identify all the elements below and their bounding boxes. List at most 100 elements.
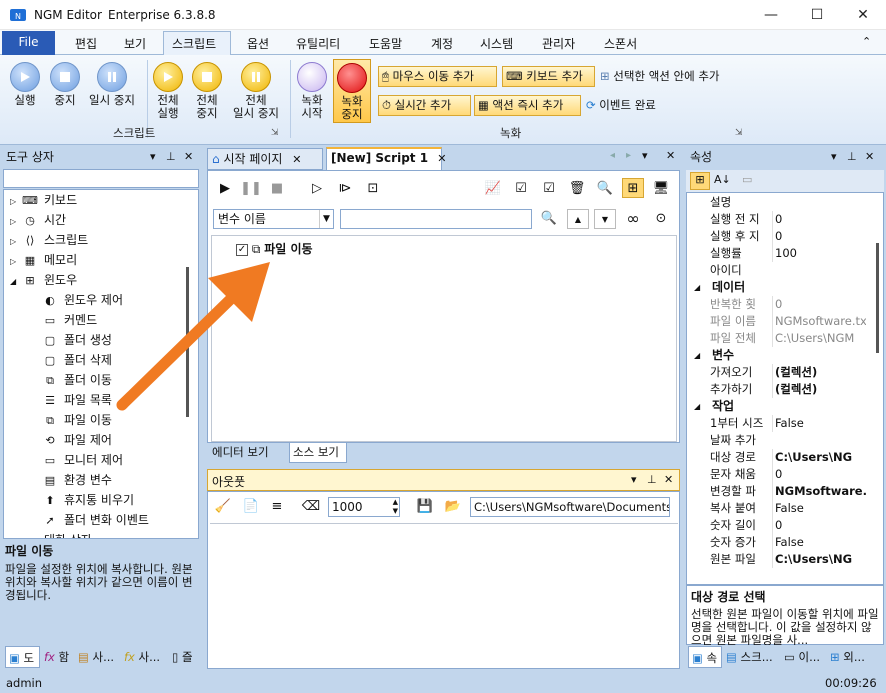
chart-icon[interactable]: 📈 xyxy=(482,179,504,199)
property-category[interactable]: ◢ 작업 xyxy=(690,398,866,415)
expand-icon[interactable]: ▷ xyxy=(10,192,22,212)
run-all-button[interactable]: 전체 실행 xyxy=(150,62,186,120)
close-icon[interactable]: ✕ xyxy=(184,146,193,168)
toolbox-search-input[interactable] xyxy=(3,169,199,188)
eraser-icon[interactable]: ⌫ xyxy=(300,497,322,517)
menu-file[interactable]: File xyxy=(2,31,55,55)
check-icon[interactable]: ☑ xyxy=(538,179,560,199)
monitor-icon[interactable]: 🖥 xyxy=(650,179,672,199)
folder-open-icon[interactable]: 📂 xyxy=(442,497,464,517)
list-icon[interactable]: ≡ xyxy=(266,497,288,517)
collapse-icon[interactable]: ◢ xyxy=(694,398,700,415)
menu-admin[interactable]: 관리자 xyxy=(542,35,575,52)
property-row[interactable]: 실행률 100 xyxy=(690,245,866,262)
record-stop-button[interactable]: 녹화 중지 xyxy=(333,59,371,123)
more-icon[interactable]: ⊙ xyxy=(650,209,672,229)
menu-system[interactable]: 시스템 xyxy=(480,35,513,52)
tab-favorites[interactable]: ▯ 즐 xyxy=(169,646,199,668)
record-start-button[interactable]: 녹화 시작 xyxy=(294,62,330,120)
stop-button[interactable]: 중지 xyxy=(46,62,84,107)
group-launcher-icon[interactable]: ⇲ xyxy=(271,128,279,138)
tree-category[interactable]: ▷▭대화 상자 xyxy=(10,530,92,538)
tree-view-icon[interactable]: ⊞ xyxy=(622,178,644,198)
property-row[interactable]: 원본 파일 C:\Users\NG xyxy=(690,551,866,568)
search-icon[interactable]: 🔍 xyxy=(538,209,560,229)
property-row[interactable]: 반복한 횟0 xyxy=(690,296,866,313)
check-all-icon[interactable]: ☑ xyxy=(510,179,532,199)
menu-view[interactable]: 보기 xyxy=(124,35,146,52)
menu-account[interactable]: 계정 xyxy=(431,35,453,52)
property-row[interactable]: 실행 후 지0 xyxy=(690,228,866,245)
tab-start-page[interactable]: ⌂ 시작 페이지 ✕ xyxy=(207,148,323,170)
spin-arrows-icon[interactable]: ▲ ▼ xyxy=(393,498,398,516)
output-log[interactable] xyxy=(210,523,678,667)
tab-script-1[interactable]: [New] Script 1 ✕ xyxy=(326,147,446,170)
tree-category[interactable]: ▷ ▦ 메모리 xyxy=(10,250,77,270)
tab-images[interactable]: ▭ 이... xyxy=(781,646,827,668)
tree-item[interactable]: ⟲ 파일 제어 xyxy=(42,430,112,450)
property-row[interactable]: 아이디 xyxy=(690,262,866,279)
play-icon[interactable]: ▶ xyxy=(214,179,236,199)
add-keyboard-button[interactable]: ⌨ 키보드 추가 xyxy=(502,66,595,87)
dropdown-icon[interactable]: ▾ xyxy=(631,473,637,486)
tab-list-icon[interactable]: ▾ xyxy=(642,149,648,162)
tab-editor-view[interactable]: 에디터 보기 xyxy=(209,443,287,463)
clean-icon[interactable]: 🧹 xyxy=(212,497,234,517)
tree-category[interactable]: ▷ ⟨⟩ 스크립트 xyxy=(10,230,88,250)
tree-item[interactable]: ➚ 폴더 변화 이벤트 xyxy=(42,510,149,530)
pin-icon[interactable]: ⊥ xyxy=(647,473,657,486)
expand-icon[interactable]: ◢ xyxy=(10,272,22,292)
tree-item[interactable]: ⬆ 휴지통 비우기 xyxy=(42,490,134,510)
property-row[interactable]: 숫자 증가 False xyxy=(690,534,866,551)
tree-item[interactable]: ▭ 커멘드 xyxy=(42,310,97,330)
property-row[interactable]: 설명 xyxy=(690,194,866,211)
menu-sponsor[interactable]: 스폰서 xyxy=(604,35,637,52)
expand-icon[interactable]: ▷ xyxy=(10,212,22,232)
menu-help[interactable]: 도움말 xyxy=(369,35,402,52)
collapse-icon[interactable]: ◢ xyxy=(694,279,700,296)
expand-icon[interactable]: ▷ xyxy=(10,532,22,538)
action-list[interactable]: ✓ ⧉ 파일 이동 xyxy=(211,235,677,442)
arrow-down-icon[interactable]: ▼ xyxy=(594,209,616,229)
menu-options[interactable]: 옵션 xyxy=(247,35,269,52)
categorized-icon[interactable]: ⊞ xyxy=(690,172,710,190)
tab-properties[interactable]: ▣ 속 xyxy=(688,646,722,668)
delete-icon[interactable]: 🗑 xyxy=(566,179,588,199)
add-action-now-button[interactable]: ▦ 액션 즉시 추가 xyxy=(474,95,581,116)
stop-icon[interactable]: ■ xyxy=(266,179,288,199)
tree-category[interactable]: ▷ ⌨ 키보드 xyxy=(10,190,77,210)
collapse-icon[interactable]: ◢ xyxy=(694,347,700,364)
close-icon[interactable]: ✕ xyxy=(865,146,874,168)
stop-all-button[interactable]: 전체 중지 xyxy=(188,62,226,120)
property-category[interactable]: ◢ 변수 xyxy=(690,347,866,364)
run-button[interactable]: 실행 xyxy=(6,62,44,107)
menu-edit[interactable]: 편집 xyxy=(75,35,97,52)
search-icon[interactable]: 🔍 xyxy=(594,179,616,199)
variable-name-combo[interactable]: 변수 이름 ▼ xyxy=(213,209,334,229)
arrow-up-icon[interactable]: ▲ xyxy=(567,209,589,229)
expand-icon[interactable]: ▷ xyxy=(10,252,22,272)
variable-search-input[interactable] xyxy=(340,209,532,229)
property-row[interactable]: 날짜 추가 xyxy=(690,432,866,449)
property-row[interactable]: 대상 경로 C:\Users\NG xyxy=(690,449,866,466)
pin-icon[interactable]: ⊥ xyxy=(166,146,176,168)
save-log-icon[interactable]: 📄 xyxy=(240,497,262,517)
tab-toolbox[interactable]: ▣ 도 xyxy=(5,646,40,668)
chevron-down-icon[interactable]: ▼ xyxy=(319,210,333,228)
add-inside-action-button[interactable]: ⊞ 선택한 액션 안에 추가 xyxy=(600,68,719,84)
pause-all-button[interactable]: 전체 일시 중지 xyxy=(228,62,284,120)
property-row[interactable]: 숫자 길이 0 xyxy=(690,517,866,534)
add-realtime-button[interactable]: ⏱ 실시간 추가 xyxy=(378,95,471,116)
tab-user-2[interactable]: fx 사... xyxy=(121,646,169,668)
property-category[interactable]: ◢ 데이터 xyxy=(690,279,866,296)
tree-item[interactable]: ▤ 환경 변수 xyxy=(42,470,112,490)
pause-button[interactable]: 일시 중지 xyxy=(84,62,140,107)
property-row[interactable]: 파일 전체 C:\Users\NGM xyxy=(690,330,866,347)
property-pages-icon[interactable]: ▭ xyxy=(742,173,752,186)
ribbon-collapse-icon[interactable]: ⌃ xyxy=(862,35,871,48)
step-over-icon[interactable]: ⊡ xyxy=(362,179,384,199)
expand-icon[interactable]: ▷ xyxy=(10,232,22,252)
event-complete-button[interactable]: ⟳ 이벤트 완료 xyxy=(586,97,656,113)
output-path-input[interactable]: C:\Users\NGMsoftware\Documents\ xyxy=(470,497,670,517)
infinity-icon[interactable]: ∞ xyxy=(622,209,644,229)
